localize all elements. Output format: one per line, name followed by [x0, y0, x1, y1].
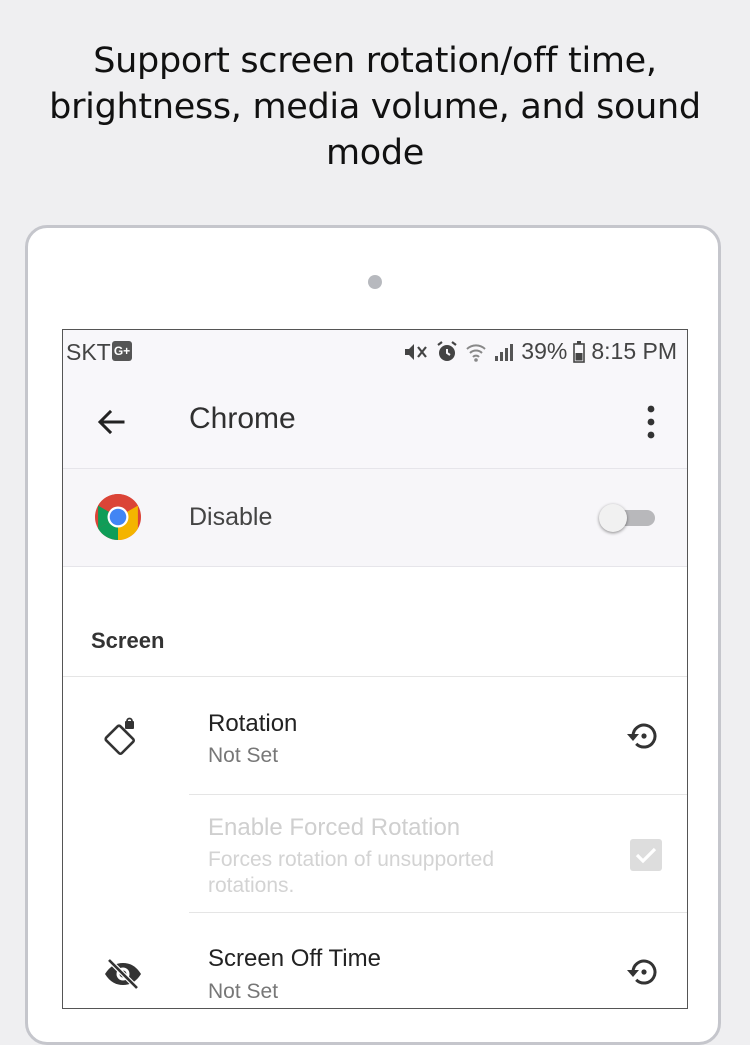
- screen-off-time-title: Screen Off Time: [208, 945, 381, 972]
- status-bar: SKT G+ 39% 8:15 PM: [63, 330, 687, 374]
- row-divider: [189, 912, 687, 913]
- alarm-icon: [437, 340, 457, 361]
- app-bar-title: Chrome: [189, 402, 296, 435]
- screen-rotation-icon: [104, 717, 136, 756]
- battery-icon: [573, 340, 586, 363]
- device-screen: SKT G+ 39% 8:15 PM Chrome Disable Screen…: [62, 329, 688, 1009]
- status-icons: 39% 8:15 PM: [403, 338, 677, 365]
- disable-label: Disable: [189, 503, 273, 531]
- app-disable-row[interactable]: Disable: [63, 469, 687, 567]
- reset-history-icon[interactable]: [625, 953, 663, 991]
- app-bar: Chrome: [63, 374, 687, 469]
- forced-rotation-checkbox[interactable]: [630, 839, 662, 871]
- section-header-screen: Screen: [91, 628, 165, 653]
- clock: 8:15 PM: [591, 338, 677, 364]
- screen-off-time-summary: Not Set: [208, 980, 279, 1003]
- network-badge: G+: [112, 341, 132, 361]
- forced-rotation-summary: Forces rotation of unsupported rotations…: [208, 848, 495, 897]
- battery-percent: 39%: [521, 338, 568, 364]
- front-camera: [368, 275, 382, 289]
- promo-caption: Support screen rotation/off time, bright…: [49, 41, 701, 173]
- row-divider: [189, 794, 687, 795]
- disable-toggle[interactable]: [599, 504, 657, 532]
- checkmark-icon: [635, 847, 657, 864]
- carrier-label: SKT: [66, 339, 111, 365]
- vibrate-mute-icon: [405, 343, 428, 360]
- chrome-logo-icon: [95, 494, 141, 540]
- toggle-thumb: [599, 504, 627, 532]
- rotation-summary: Not Set: [208, 744, 279, 767]
- back-arrow-icon[interactable]: [93, 404, 129, 440]
- forced-rotation-title: Enable Forced Rotation: [208, 814, 461, 841]
- rotation-title: Rotation: [208, 710, 298, 737]
- visibility-off-icon: [105, 958, 141, 990]
- wifi-icon: [466, 343, 486, 362]
- section-divider: [63, 676, 687, 677]
- more-vert-icon[interactable]: [639, 402, 663, 442]
- signal-icon: [495, 343, 514, 361]
- reset-history-icon[interactable]: [625, 717, 663, 755]
